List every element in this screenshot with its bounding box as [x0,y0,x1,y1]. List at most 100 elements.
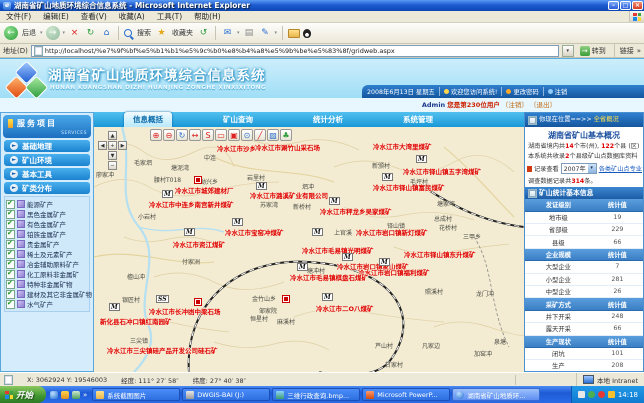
map-marker[interactable]: M [382,173,393,181]
layer-item[interactable]: 稀土及元素矿产 [6,249,88,259]
pan-down-button[interactable]: ▼ [108,151,117,160]
layer-checkbox[interactable] [6,200,15,209]
layer-item[interactable]: 特种非金属矿物 [6,279,88,289]
stop-icon[interactable]: × [68,27,81,40]
layer-item[interactable]: 贵金属矿产 [6,239,88,249]
mail-dropdown-icon[interactable]: ▾ [237,30,240,36]
map-tool-button[interactable]: ⊕ [150,129,162,141]
layer-item[interactable]: 铂族金属矿产 [6,229,88,239]
mail-quicklaunch-icon[interactable] [61,391,69,399]
layer-item[interactable]: 水气矿产 [6,299,88,309]
layer-checkbox[interactable] [6,220,15,229]
back-label[interactable]: 后退 [22,28,36,38]
search-icon[interactable] [124,29,132,37]
back-dropdown-icon[interactable]: ▾ [40,30,43,36]
back-icon[interactable]: ← [4,26,18,40]
map-marker[interactable]: M [184,228,195,236]
layer-checkbox[interactable] [6,240,15,249]
layer-checkbox[interactable] [6,260,15,269]
map-marker-red[interactable] [282,295,290,303]
layer-item[interactable]: 建材及其它非金属矿物 [6,289,88,299]
map-tab[interactable]: 系统管理 [394,112,442,127]
favorites-label[interactable]: 收藏夹 [172,28,193,38]
map-tool-button[interactable]: ↔ [189,129,201,141]
desktop-quicklaunch-icon[interactable] [72,391,80,399]
links-chevron-icon[interactable]: » [637,47,641,55]
clock[interactable]: 14:18 [618,391,638,399]
layer-checkbox[interactable] [6,300,15,309]
map-tool-button[interactable]: ▨ [267,129,279,141]
map-tool-button[interactable]: ↻ [176,129,188,141]
map-marker[interactable]: M [416,155,427,163]
zoom-out-button[interactable]: − [108,161,117,170]
quicklaunch-chevron-icon[interactable]: » [83,391,87,399]
category-link[interactable]: 各类矿山点专业 [599,164,642,173]
favorites-icon[interactable]: ★ [155,27,168,40]
printer-tray-icon[interactable] [578,391,585,398]
address-input-box[interactable] [31,45,559,57]
sidebar-button[interactable]: 矿类分布 [4,182,90,194]
history-icon[interactable]: ↺ [197,27,210,40]
menu-item[interactable]: 收藏(A) [113,11,151,22]
map-tool-button[interactable]: ♣ [280,129,292,141]
map-tool-button[interactable]: ╱ [254,129,266,141]
pan-right-button[interactable]: ▶ [118,141,127,150]
map-marker[interactable]: M [322,293,333,301]
map-marker[interactable]: M [379,258,390,266]
menu-item[interactable]: 编辑(E) [37,11,75,22]
map-marker[interactable]: M [109,303,120,311]
layer-item[interactable]: 黑色金属矿产 [6,209,88,219]
layer-checkbox[interactable] [6,290,15,299]
layer-checkbox[interactable] [6,270,15,279]
close-button[interactable]: × [632,1,643,10]
logout-link-2[interactable]: 〔注销〕 [502,101,528,109]
forward-icon[interactable]: → [46,26,60,40]
forward-dropdown-icon[interactable]: ▾ [63,30,66,36]
map-marker[interactable]: M [297,263,308,271]
taskbar-button[interactable]: 湖南省矿山地质环... [452,388,540,401]
refresh-icon[interactable]: ↻ [84,27,97,40]
map-tab[interactable]: 信息概括 [124,112,172,127]
menu-item[interactable]: 帮助(H) [188,11,227,22]
mail-icon[interactable]: ✉ [221,27,234,40]
map-marker[interactable]: M [342,253,353,261]
go-button[interactable]: → 转到 [577,46,609,56]
layer-checkbox[interactable] [6,250,15,259]
pan-center-button[interactable]: + [108,141,117,150]
exit-link[interactable]: 〔退出〕 [530,101,556,109]
minimize-button[interactable]: – [608,1,619,10]
map-tab[interactable]: 矿山查询 [214,112,262,127]
map-marker[interactable]: M [232,218,243,226]
logout-link[interactable]: 注销 [548,87,568,96]
pan-left-button[interactable]: ◀ [98,141,107,150]
volume-tray-icon[interactable] [608,391,615,398]
map-tool-button[interactable]: ▣ [228,129,240,141]
change-password-link[interactable]: 更改密码 [506,87,538,96]
menu-item[interactable]: 查看(V) [75,11,113,22]
layer-item[interactable]: 能源矿产 [6,199,88,209]
layer-item[interactable]: 冶金辅助原料矿产 [6,259,88,269]
layer-item[interactable]: 有色金属矿产 [6,219,88,229]
pan-up-button[interactable]: ▲ [108,131,117,140]
ie-quicklaunch-icon[interactable] [50,391,58,399]
taskbar-button[interactable]: DWGIS-BAI (J:) [182,388,270,401]
sidebar-button[interactable]: 基础地理 [4,140,90,152]
map-marker-red[interactable] [194,298,202,306]
search-label[interactable]: 搜索 [137,28,151,38]
address-dropdown-icon[interactable]: ▾ [562,45,574,57]
taskbar-button[interactable]: 系统截图图片 [92,388,180,401]
map-tool-button[interactable]: ▭ [215,129,227,141]
layer-checkbox[interactable] [6,280,15,289]
map-marker[interactable]: M [329,197,340,205]
map-tool-button[interactable]: S [202,129,214,141]
maximize-button[interactable]: □ [620,1,631,10]
map-tool-button[interactable]: ⊖ [163,129,175,141]
antivirus-tray-icon[interactable] [598,391,605,398]
menu-item[interactable]: 工具(T) [151,11,188,22]
messenger-icon[interactable] [303,29,311,38]
sidebar-button[interactable]: 矿山环境 [4,154,90,166]
edit-dropdown-icon[interactable]: ▾ [275,30,278,36]
map-marker[interactable]: SS [156,295,169,303]
folder-icon[interactable] [288,29,300,38]
map-marker-red[interactable] [194,176,202,184]
